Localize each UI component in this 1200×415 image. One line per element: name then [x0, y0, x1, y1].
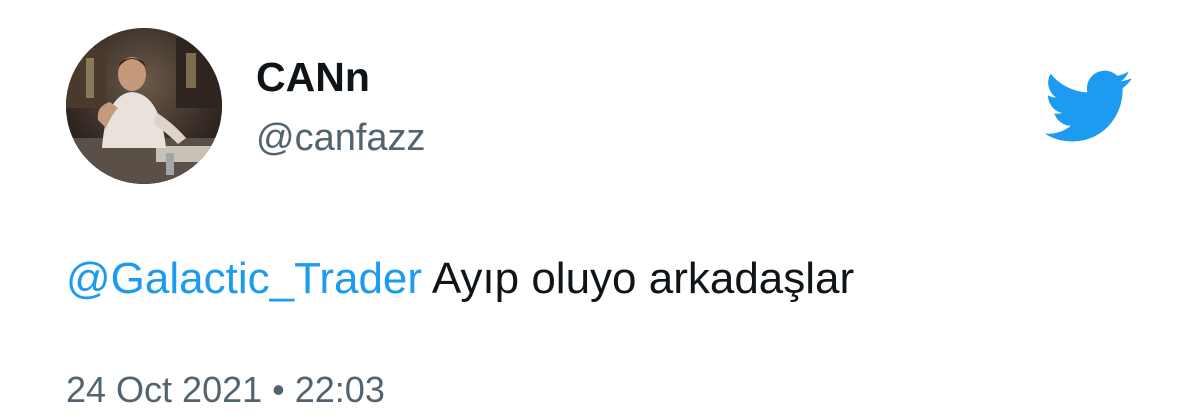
- meta-separator: •: [262, 369, 295, 410]
- twitter-bird-icon[interactable]: [1042, 70, 1134, 142]
- avatar[interactable]: [66, 28, 222, 184]
- tweet-card: CANn @canfazz @Galactic_Trader Ayıp oluy…: [0, 0, 1200, 415]
- tweet-date: 24 Oct 2021: [66, 369, 263, 410]
- author-handle[interactable]: @canfazz: [256, 114, 426, 162]
- tweet-time: 22:03: [294, 369, 385, 410]
- avatar-photo: [66, 28, 222, 184]
- author-display-name[interactable]: CANn: [256, 52, 370, 102]
- tweet-timestamp[interactable]: 24 Oct 2021 • 22:03: [66, 368, 385, 412]
- mention-link[interactable]: @Galactic_Trader: [66, 254, 422, 303]
- tweet-message: Ayıp oluyo arkadaşlar: [422, 254, 855, 303]
- tweet-text: @Galactic_Trader Ayıp oluyo arkadaşlar: [66, 250, 854, 308]
